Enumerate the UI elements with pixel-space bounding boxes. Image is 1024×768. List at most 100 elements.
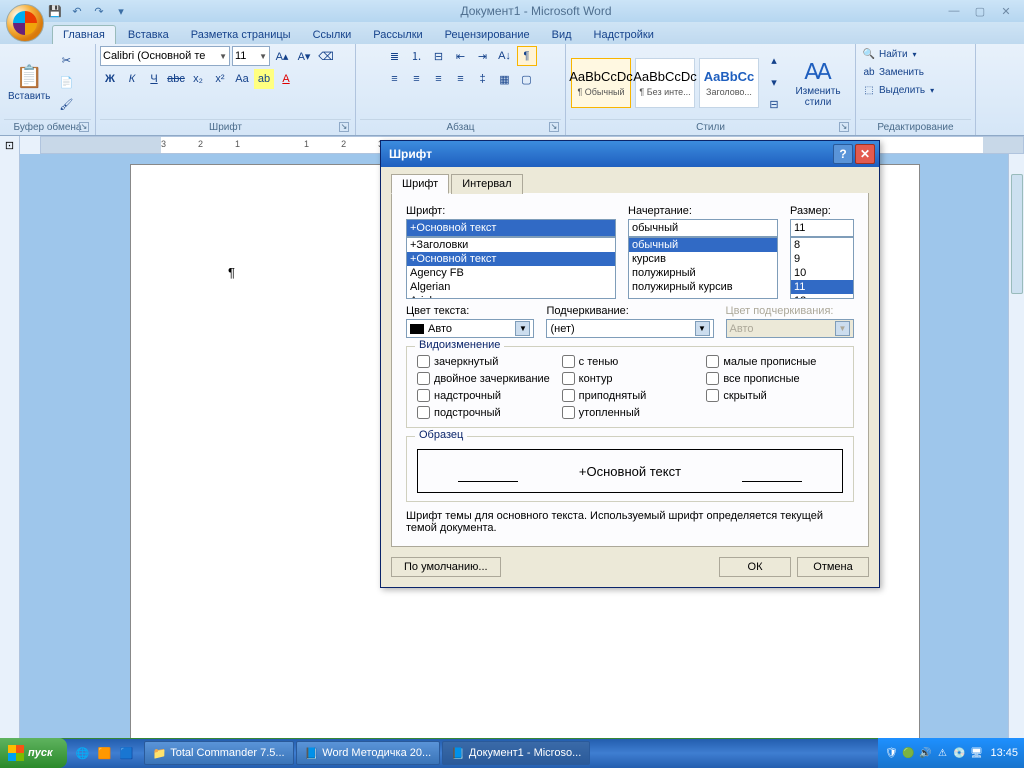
tray-icon[interactable]: 🖥 (969, 746, 983, 760)
tray-icon[interactable]: 🔊 (918, 746, 932, 760)
bold-button[interactable]: Ж (100, 69, 120, 89)
font-family-combo[interactable]: Calibri (Основной те▼ (100, 46, 230, 66)
tray-icon[interactable]: 🟢 (901, 746, 915, 760)
task-document1[interactable]: 📘Документ1 - Microso... (442, 741, 590, 765)
underline-button[interactable]: Ч (144, 69, 164, 89)
size-option[interactable]: 12 (791, 294, 853, 299)
font-option[interactable]: Agency FB (407, 266, 615, 280)
font-option[interactable]: Algerian (407, 280, 615, 294)
quicklaunch-app1[interactable]: 🟧 (95, 742, 115, 764)
size-option[interactable]: 8 (791, 238, 853, 252)
style-listbox[interactable]: обычный курсив полужирный полужирный кур… (628, 237, 778, 299)
tray-icon[interactable]: 💿 (952, 746, 966, 760)
chk-engrave[interactable]: утопленный (562, 406, 699, 419)
default-button[interactable]: По умолчанию... (391, 557, 501, 577)
tab-review[interactable]: Рецензирование (435, 26, 540, 44)
chk-superscript[interactable]: надстрочный (417, 389, 554, 402)
line-spacing-button[interactable]: ‡ (473, 69, 493, 89)
task-word-method[interactable]: 📘Word Методичка 20... (296, 741, 441, 765)
change-styles-button[interactable]: Ꜳ Изменить стили (786, 56, 850, 110)
maximize-button[interactable]: ▢ (968, 3, 992, 19)
change-case-button[interactable]: Aa (232, 69, 252, 89)
styles-row-up[interactable]: ▴ (764, 51, 784, 71)
vertical-scrollbar[interactable] (1008, 154, 1024, 744)
borders-button[interactable]: ▢ (517, 69, 537, 89)
ok-button[interactable]: ОК (719, 557, 791, 577)
justify-button[interactable]: ≡ (451, 69, 471, 89)
italic-button[interactable]: К (122, 69, 142, 89)
close-button[interactable]: ✕ (994, 3, 1018, 19)
qat-undo[interactable]: ↶ (68, 2, 86, 20)
copy-button[interactable]: 📄 (56, 73, 76, 93)
size-listbox[interactable]: 8 9 10 11 12 (790, 237, 854, 299)
show-marks-button[interactable]: ¶ (517, 46, 537, 66)
chk-shadow[interactable]: с тенью (562, 355, 699, 368)
dialog-tab-font[interactable]: Шрифт (391, 174, 449, 194)
font-option[interactable]: Arial (407, 294, 615, 299)
tab-view[interactable]: Вид (542, 26, 582, 44)
chk-allcaps[interactable]: все прописные (706, 372, 843, 385)
superscript-button[interactable]: x² (210, 69, 230, 89)
tab-layout[interactable]: Разметка страницы (181, 26, 301, 44)
style-option[interactable]: полужирный (629, 266, 777, 280)
font-color-dropdown[interactable]: Авто▼ (406, 319, 534, 338)
size-option[interactable]: 10 (791, 266, 853, 280)
quicklaunch-app2[interactable]: 🟦 (117, 742, 137, 764)
chk-outline[interactable]: контур (562, 372, 699, 385)
clear-formatting-button[interactable]: ⌫ (316, 46, 336, 66)
grow-font-button[interactable]: A▴ (272, 46, 292, 66)
shrink-font-button[interactable]: A▾ (294, 46, 314, 66)
tab-home[interactable]: Главная (52, 25, 116, 44)
paste-button[interactable]: 📋 Вставить (4, 61, 54, 104)
chk-strikethrough[interactable]: зачеркнутый (417, 355, 554, 368)
chk-double-strike[interactable]: двойное зачеркивание (417, 372, 554, 385)
quicklaunch-ie[interactable]: 🌐 (73, 742, 93, 764)
align-left-button[interactable]: ≡ (385, 69, 405, 89)
tray-icon[interactable]: 🛡 (884, 746, 898, 760)
styles-more[interactable]: ⊟ (764, 95, 784, 115)
style-normal[interactable]: AaBbCcDc¶ Обычный (571, 58, 631, 108)
font-option[interactable]: +Заголовки (407, 238, 615, 252)
style-option[interactable]: полужирный курсив (629, 280, 777, 294)
underline-dropdown[interactable]: (нет)▼ (546, 319, 713, 338)
chk-hidden[interactable]: скрытый (706, 389, 843, 402)
chk-smallcaps[interactable]: малые прописные (706, 355, 843, 368)
numbering-button[interactable]: ⒈ (407, 46, 427, 66)
font-name-input[interactable] (406, 219, 616, 237)
styles-row-down[interactable]: ▾ (764, 73, 784, 93)
font-size-input[interactable] (790, 219, 854, 237)
cut-button[interactable]: ✂ (56, 51, 76, 71)
dialog-tab-spacing[interactable]: Интервал (451, 174, 522, 194)
multilevel-button[interactable]: ⊟ (429, 46, 449, 66)
font-color-button[interactable]: A (276, 69, 296, 89)
chk-emboss[interactable]: приподнятый (562, 389, 699, 402)
tab-addins[interactable]: Надстройки (584, 26, 664, 44)
tab-references[interactable]: Ссылки (303, 26, 362, 44)
indent-button[interactable]: ⇥ (473, 46, 493, 66)
dialog-help-button[interactable]: ? (833, 144, 853, 164)
bullets-button[interactable]: ≣ (385, 46, 405, 66)
dialog-titlebar[interactable]: Шрифт ? ✕ (381, 141, 879, 167)
tray-icon[interactable]: ⚠ (935, 746, 949, 760)
dialog-close-button[interactable]: ✕ (855, 144, 875, 164)
format-painter-button[interactable]: 🖌 (56, 95, 76, 115)
qat-redo[interactable]: ↷ (90, 2, 108, 20)
sort-button[interactable]: A↓ (495, 46, 515, 66)
subscript-button[interactable]: x₂ (188, 69, 208, 89)
replace-button[interactable]: abЗаменить (860, 64, 926, 80)
styles-launcher[interactable]: ↘ (839, 122, 849, 132)
style-nospacing[interactable]: AaBbCcDc¶ Без инте... (635, 58, 695, 108)
style-heading1[interactable]: AaBbCcЗаголово... (699, 58, 759, 108)
office-button[interactable] (6, 4, 44, 42)
scrollbar-thumb[interactable] (1011, 174, 1023, 294)
size-option[interactable]: 9 (791, 252, 853, 266)
style-option[interactable]: обычный (629, 238, 777, 252)
chk-subscript[interactable]: подстрочный (417, 406, 554, 419)
align-right-button[interactable]: ≡ (429, 69, 449, 89)
outdent-button[interactable]: ⇤ (451, 46, 471, 66)
font-size-combo[interactable]: 11▼ (232, 46, 270, 66)
font-option[interactable]: +Основной текст (407, 252, 615, 266)
size-option[interactable]: 11 (791, 280, 853, 294)
qat-save[interactable]: 💾 (46, 2, 64, 20)
select-button[interactable]: ⬚Выделить▾ (860, 82, 936, 98)
